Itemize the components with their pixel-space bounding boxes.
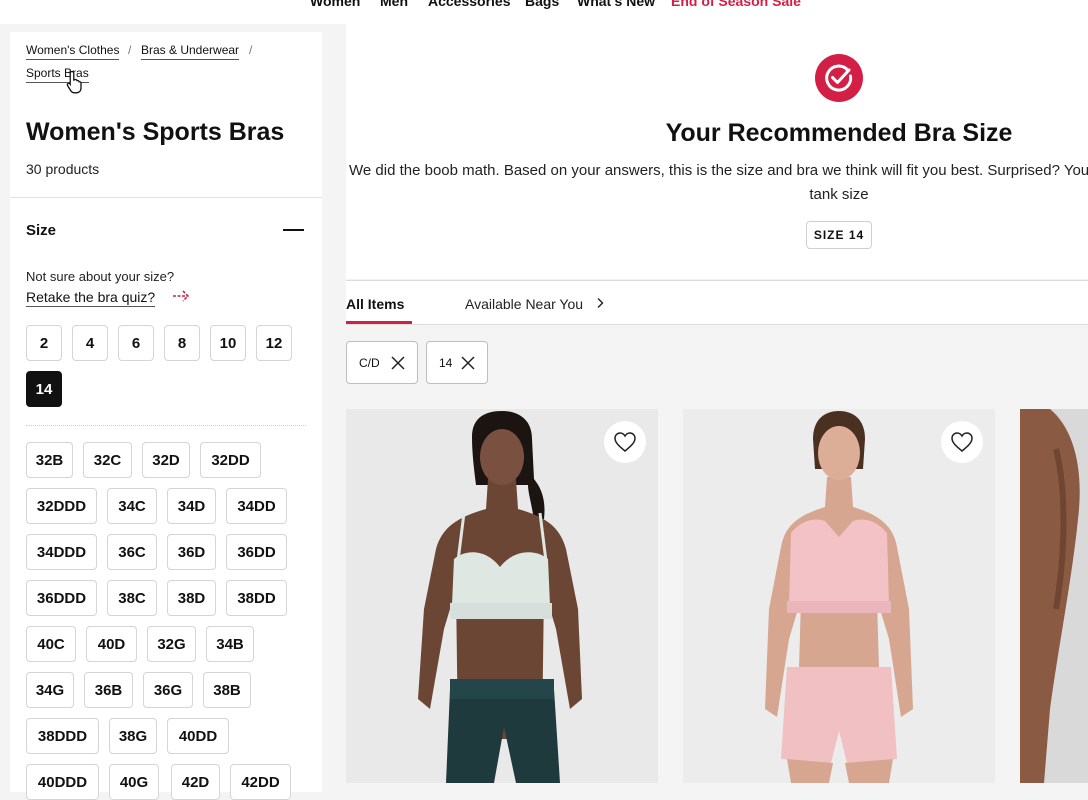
chevron-right-icon[interactable] bbox=[595, 297, 605, 309]
heart-icon bbox=[951, 432, 973, 452]
recommendation-text-clip: Your Recommended Bra Size We did the boo… bbox=[346, 24, 1088, 279]
filter-pill-label: C/D bbox=[359, 356, 380, 370]
cup-size-32dd[interactable]: 32DD bbox=[200, 442, 261, 478]
product-image bbox=[1020, 409, 1088, 783]
size-option-8[interactable]: 8 bbox=[164, 325, 200, 361]
size-option-10[interactable]: 10 bbox=[210, 325, 246, 361]
cup-size-32b[interactable]: 32B bbox=[26, 442, 73, 478]
cup-size-34d[interactable]: 34D bbox=[167, 488, 216, 524]
size-option-12[interactable]: 12 bbox=[256, 325, 292, 361]
cup-size-32d[interactable]: 32D bbox=[142, 442, 190, 478]
hand-cursor-icon bbox=[66, 70, 82, 94]
active-tab-indicator bbox=[346, 321, 412, 324]
cup-size-38c[interactable]: 38C bbox=[107, 580, 157, 616]
product-card[interactable] bbox=[683, 409, 995, 783]
cup-size-36dd[interactable]: 36DD bbox=[226, 534, 287, 570]
active-filter-size[interactable]: 14 bbox=[426, 341, 488, 384]
top-navigation: Women Men Accessories Bags What's New En… bbox=[0, 0, 1088, 24]
cup-size-34ddd[interactable]: 34DDD bbox=[26, 534, 97, 570]
cup-size-40d[interactable]: 40D bbox=[86, 626, 137, 662]
cup-size-34g[interactable]: 34G bbox=[26, 672, 74, 708]
cup-size-40g[interactable]: 40G bbox=[109, 764, 159, 800]
cup-size-38b[interactable]: 38B bbox=[203, 672, 251, 708]
nav-item-whats-new[interactable]: What's New bbox=[577, 0, 655, 10]
nav-item-sale[interactable]: End of Season Sale bbox=[671, 0, 801, 10]
product-count: 30 products bbox=[26, 161, 100, 177]
arrow-right-icon bbox=[173, 290, 190, 302]
cup-size-42d[interactable]: 42D bbox=[171, 764, 220, 800]
results-tabs bbox=[346, 280, 1088, 325]
product-image bbox=[683, 409, 995, 783]
cup-size-38dd[interactable]: 38DD bbox=[226, 580, 287, 616]
page-title: Women's Sports Bras bbox=[26, 118, 285, 146]
cup-size-32c[interactable]: 32C bbox=[83, 442, 132, 478]
wishlist-button[interactable] bbox=[604, 421, 646, 463]
breadcrumb-separator: / bbox=[249, 43, 253, 57]
nav-item-bags[interactable]: Bags bbox=[525, 0, 559, 10]
filter-pill-label: 14 bbox=[439, 356, 453, 370]
breadcrumb-separator: / bbox=[128, 43, 132, 57]
active-filter-cup-size[interactable]: C/D bbox=[346, 341, 418, 384]
cup-size-42dd[interactable]: 42DD bbox=[230, 764, 291, 800]
cup-size-36c[interactable]: 36C bbox=[107, 534, 157, 570]
size-option-4[interactable]: 4 bbox=[72, 325, 108, 361]
cup-size-36b[interactable]: 36B bbox=[84, 672, 133, 708]
cup-size-32ddd[interactable]: 32DDD bbox=[26, 488, 97, 524]
close-icon[interactable] bbox=[391, 356, 405, 370]
tab-available-near-you[interactable]: Available Near You bbox=[465, 296, 583, 312]
cup-size-38d[interactable]: 38D bbox=[167, 580, 216, 616]
wishlist-button[interactable] bbox=[941, 421, 983, 463]
cup-size-40dd[interactable]: 40DD bbox=[167, 718, 229, 754]
nav-item-accessories[interactable]: Accessories bbox=[428, 0, 511, 10]
nav-item-women[interactable]: Women bbox=[310, 0, 360, 10]
product-card[interactable] bbox=[346, 409, 658, 783]
cup-size-34b[interactable]: 34B bbox=[206, 626, 254, 662]
cup-size-34dd[interactable]: 34DD bbox=[226, 488, 287, 524]
collapse-size-button[interactable] bbox=[280, 219, 306, 241]
cup-size-36g[interactable]: 36G bbox=[143, 672, 193, 708]
product-image bbox=[346, 409, 658, 783]
cup-size-36d[interactable]: 36D bbox=[167, 534, 216, 570]
cup-size-38ddd[interactable]: 38DDD bbox=[26, 718, 99, 754]
size-help-text: Not sure about your size? bbox=[26, 269, 175, 284]
breadcrumb-womens-clothes[interactable]: Women's Clothes bbox=[26, 43, 120, 60]
size-option-2[interactable]: 2 bbox=[26, 325, 62, 361]
close-icon[interactable] bbox=[461, 356, 475, 370]
size-filter-heading: Size bbox=[26, 222, 57, 239]
divider bbox=[10, 197, 322, 198]
breadcrumb-bras-underwear[interactable]: Bras & Underwear bbox=[141, 43, 240, 60]
cup-size-40ddd[interactable]: 40DDD bbox=[26, 764, 99, 800]
heart-icon bbox=[614, 432, 636, 452]
cup-size-40c[interactable]: 40C bbox=[26, 626, 76, 662]
cup-size-36ddd[interactable]: 36DDD bbox=[26, 580, 97, 616]
size-option-6[interactable]: 6 bbox=[118, 325, 154, 361]
cup-size-38g[interactable]: 38G bbox=[109, 718, 157, 754]
cup-size-34c[interactable]: 34C bbox=[107, 488, 157, 524]
recommendation-description: We did the boob math. Based on your answ… bbox=[349, 162, 1088, 203]
minus-icon bbox=[283, 229, 304, 231]
size-option-14-selected[interactable]: 14 bbox=[26, 371, 62, 407]
recommendation-title: Your Recommended Bra Size bbox=[665, 119, 1013, 147]
retake-quiz-link[interactable]: Retake the bra quiz? bbox=[26, 289, 156, 307]
nav-item-men[interactable]: Men bbox=[380, 0, 408, 10]
tab-all-items[interactable]: All Items bbox=[346, 296, 404, 312]
product-card[interactable] bbox=[1020, 409, 1088, 783]
size-divider bbox=[26, 425, 306, 426]
recommended-size-badge: SIZE 14 bbox=[806, 221, 872, 249]
cup-size-32g[interactable]: 32G bbox=[147, 626, 196, 662]
